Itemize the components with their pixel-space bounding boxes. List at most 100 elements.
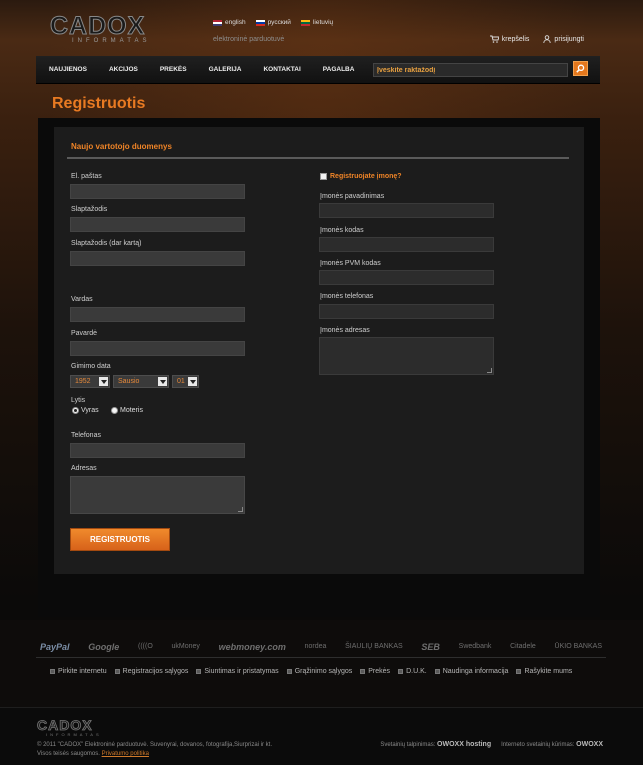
company-code-field[interactable] (319, 237, 494, 252)
birth-day-select[interactable]: 01 (172, 375, 199, 388)
uk-flag-icon (213, 19, 222, 26)
checkbox-icon (320, 173, 327, 180)
partner-swedbank: Swedbank (458, 643, 492, 650)
company-name-field[interactable] (319, 203, 494, 218)
gender-label: Lytis (71, 397, 86, 404)
nav-item-sales[interactable]: AKCIJOS (98, 56, 149, 84)
partner-paysera: ((((O (138, 643, 153, 650)
login-link[interactable]: prisijungti (543, 35, 584, 43)
lang-russian[interactable]: русский (255, 19, 291, 26)
gender-female-radio[interactable]: Moteris (111, 407, 143, 414)
gender-female-label: Moteris (120, 407, 143, 414)
footer-logo[interactable]: CADOX (37, 717, 93, 734)
page-title: Registruotis (52, 95, 146, 112)
footer-link-products[interactable]: Prekės (360, 668, 390, 675)
lang-label: русский (267, 19, 291, 26)
lang-label: lietuvių (312, 19, 334, 26)
footer-link-useful-info[interactable]: Naudinga informacija (434, 668, 509, 675)
company-name-label: Įmonės pavadinimas (320, 193, 385, 200)
language-switcher: english русский lietuvių (213, 19, 333, 26)
hosting-brand: OWOXX hosting (437, 741, 492, 748)
copyright: © 2011 "CADOX" Elektroninė parduotuvė. S… (37, 741, 272, 759)
bullet-icon (398, 669, 404, 674)
footer-link-label: Rašykite mums (524, 668, 573, 675)
login-label: prisijungti (554, 35, 584, 43)
footer-logo-subtitle: INFORMATAS (46, 732, 102, 737)
gender-male-radio[interactable]: Vyras (72, 407, 99, 414)
company-phone-field[interactable] (319, 304, 494, 319)
email-field[interactable] (70, 184, 245, 199)
lang-english[interactable]: english (213, 19, 246, 26)
site-logo[interactable]: CADOX INFORMATAS (49, 12, 180, 45)
lang-lithuanian[interactable]: lietuvių (300, 19, 334, 26)
nav-item-help[interactable]: PAGALBA (312, 56, 366, 84)
bullet-icon (286, 669, 292, 674)
hosting-credit[interactable]: Svetainių talpinimas: OWOXX hosting (380, 741, 491, 748)
partner-ukio-bankas: ŪKIO BANKAS (554, 643, 602, 650)
logo-subtitle: INFORMATAS (72, 38, 151, 44)
company-checkbox-label: Registruojate įmonę? (330, 173, 402, 180)
first-name-field[interactable] (70, 307, 245, 322)
company-vat-label: Įmonės PVM kodas (320, 260, 381, 267)
footer-link-returns[interactable]: Grąžinimo sąlygos (286, 668, 352, 675)
search-input[interactable] (374, 64, 567, 76)
footer-link-contact[interactable]: Rašykite mums (516, 668, 572, 675)
company-address-textarea[interactable] (319, 337, 494, 375)
nav-item-news[interactable]: NAUJIENOS (38, 56, 98, 84)
password-field[interactable] (70, 217, 245, 232)
nav-item-products[interactable]: PREKĖS (149, 56, 198, 84)
footer-link-label: D.U.K. (406, 668, 427, 675)
hosting-label: Svetainių talpinimas: (380, 742, 436, 748)
partner-citadele: Citadele (510, 643, 536, 650)
footer-link-label: Siuntimas ir pristatymas (204, 668, 279, 675)
bullet-icon (114, 669, 120, 674)
phone-field[interactable] (70, 443, 245, 458)
rights-text: Visos teisės saugomos. (37, 751, 100, 757)
chevron-down-icon (188, 377, 197, 386)
company-address-label: Įmonės adresas (320, 327, 370, 334)
footer-link-label: Pirkite internetu (58, 668, 107, 675)
lang-label: english (225, 19, 246, 26)
resize-handle-icon[interactable] (238, 507, 243, 512)
dev-label: Interneto svetainių kūrimas: (501, 742, 575, 748)
logo-text: CADOX (49, 12, 146, 41)
footer-link-buy-online[interactable]: Pirkite internetu (50, 668, 107, 675)
search-button[interactable] (573, 61, 588, 76)
partner-logos: PayPal Google ((((O ukMoney webmoney.com… (36, 636, 606, 658)
footer-link-shipping[interactable]: Siuntimas ir pristatymas (196, 668, 279, 675)
company-vat-field[interactable] (319, 270, 494, 285)
dev-brand: OWOXX (576, 741, 603, 748)
bullet-icon (516, 669, 522, 674)
footer-links: Pirkite internetu Registracijos sąlygos … (50, 668, 572, 675)
password-label: Slaptažodis (71, 206, 108, 213)
bullet-icon (360, 669, 366, 674)
partner-siauliu-bankas: ŠIAULIŲ BANKAS (345, 643, 403, 650)
radio-selected-icon (72, 407, 79, 414)
nav-item-contacts[interactable]: KONTAKTAI (252, 56, 311, 84)
last-name-field[interactable] (70, 341, 245, 356)
birth-month-select[interactable]: Sausio (113, 375, 169, 388)
nav-item-gallery[interactable]: GALERIJA (198, 56, 253, 84)
first-name-label: Vardas (71, 296, 93, 303)
register-button[interactable]: REGISTRUOTIS (70, 528, 170, 551)
email-label: El. paštas (71, 173, 102, 180)
search-icon (576, 64, 585, 73)
birth-year-select[interactable]: 1952 (70, 375, 110, 388)
address-textarea[interactable] (70, 476, 245, 514)
bullet-icon (196, 669, 202, 674)
footer-link-registration-terms[interactable]: Registracijos sąlygos (114, 668, 188, 675)
resize-handle-icon[interactable] (487, 368, 492, 373)
birth-day-value: 01 (177, 378, 185, 385)
password-repeat-field[interactable] (70, 251, 245, 266)
footer-link-label: Naudinga informacija (442, 668, 509, 675)
dev-credit[interactable]: Interneto svetainių kūrimas: OWOXX (501, 741, 603, 748)
privacy-link[interactable]: Privatumo politika (102, 751, 149, 757)
footer-link-faq[interactable]: D.U.K. (398, 668, 427, 675)
phone-label: Telefonas (71, 432, 101, 439)
company-code-label: Įmonės kodas (320, 227, 364, 234)
company-checkbox[interactable]: Registruojate įmonę? (320, 173, 402, 180)
cart-link[interactable]: krepšelis (489, 35, 529, 43)
lt-flag-icon (300, 19, 310, 26)
cart-icon (489, 35, 499, 43)
address-label: Adresas (71, 465, 97, 472)
